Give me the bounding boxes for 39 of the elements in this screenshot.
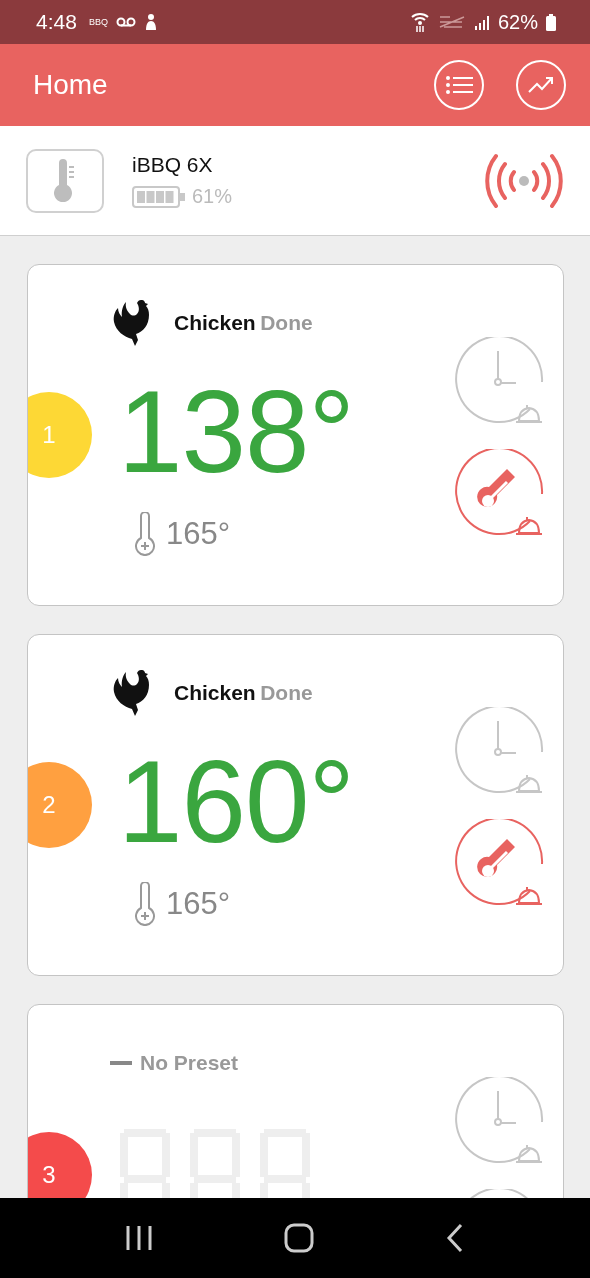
current-temperature: 160° bbox=[118, 736, 355, 869]
device-battery-icon bbox=[132, 185, 186, 208]
back-button[interactable] bbox=[444, 1223, 465, 1253]
battery-icon bbox=[546, 13, 556, 31]
list-button[interactable] bbox=[434, 60, 484, 110]
probe-number: 1 bbox=[28, 392, 92, 478]
thermometer-icon bbox=[132, 512, 158, 557]
person-icon bbox=[143, 13, 158, 31]
recent-apps-button[interactable] bbox=[125, 1224, 154, 1252]
chart-button[interactable] bbox=[516, 60, 566, 110]
status-time: 4:48 bbox=[36, 10, 77, 34]
list-icon bbox=[445, 75, 473, 95]
probe-card[interactable]: 1 Chicken Done 138° 165° bbox=[27, 264, 564, 606]
probe-number: 2 bbox=[28, 762, 92, 848]
target-temperature: 165° bbox=[166, 516, 231, 553]
preset-status: Done bbox=[260, 311, 313, 334]
device-battery-percent: 61% bbox=[192, 185, 233, 208]
thermometer-icon bbox=[132, 882, 158, 927]
mobile-data-off-icon bbox=[437, 15, 466, 29]
target-temperature: 165° bbox=[166, 886, 231, 923]
page-title: Home bbox=[33, 69, 109, 101]
voicemail-icon bbox=[115, 17, 136, 27]
dash-icon bbox=[110, 1061, 132, 1065]
trend-up-icon bbox=[528, 76, 554, 94]
battery-percent: 62% bbox=[497, 10, 538, 34]
preset-name: Chicken bbox=[174, 681, 256, 704]
device-icon-tile[interactable] bbox=[26, 148, 104, 213]
notification-text: BBQ bbox=[88, 17, 108, 27]
signal-icon bbox=[473, 14, 490, 30]
probe-card[interactable]: 2 Chicken Done 160° 165° bbox=[27, 634, 564, 976]
probe-card[interactable]: 3 No Preset bbox=[27, 1004, 564, 1198]
preset-name: Chicken bbox=[174, 311, 256, 334]
wifi-icon bbox=[409, 11, 430, 33]
current-temperature: 138° bbox=[118, 366, 355, 499]
preset-name: No Preset bbox=[140, 1051, 239, 1075]
home-button[interactable] bbox=[284, 1223, 314, 1253]
preset-status: Done bbox=[260, 681, 313, 704]
probe-number: 3 bbox=[28, 1132, 92, 1198]
device-name: iBBQ 6X bbox=[132, 153, 214, 177]
